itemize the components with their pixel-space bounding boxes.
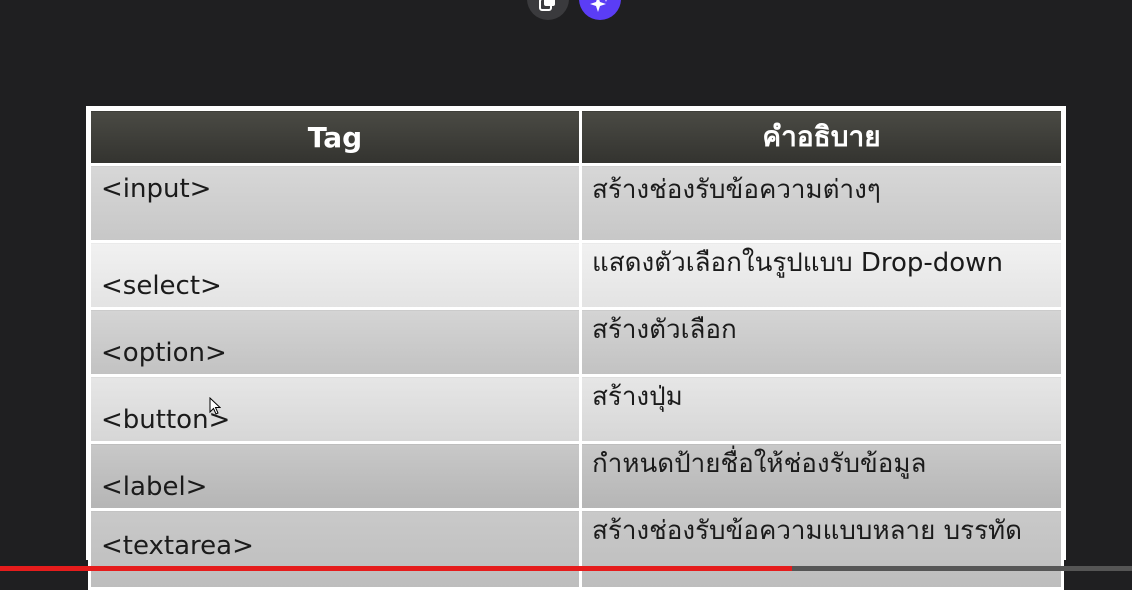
table-row: <label> กำหนดป้ายชื่อให้ช่องรับข้อมูล [88, 441, 1064, 511]
tag-cell: <label> [88, 441, 582, 511]
table-row: <select> แสดงตัวเลือกในรูปแบบ Drop-down [88, 240, 1064, 310]
copy-icon [539, 0, 555, 11]
table-row: <button> สร้างปุ่ม [88, 374, 1064, 444]
tag-cell: <button> [88, 374, 582, 444]
description-cell: สร้างช่องรับข้อความแบบหลาย บรรทัด [579, 508, 1064, 590]
table-row: <input> สร้างช่องรับข้อความต่างๆ [88, 163, 1064, 243]
video-progress-fill [0, 566, 793, 571]
table-row: <textarea> สร้างช่องรับข้อความแบบหลาย บร… [88, 508, 1064, 590]
ai-assist-button[interactable] [579, 0, 621, 20]
description-cell: สร้างปุ่ม [579, 374, 1064, 444]
description-cell: สร้างช่องรับข้อความต่างๆ [579, 163, 1064, 243]
header-tag: Tag [88, 108, 582, 166]
copy-button[interactable] [527, 0, 569, 20]
sparkle-icon [590, 0, 607, 12]
tag-cell: <option> [88, 307, 582, 377]
tag-cell: <textarea> [88, 508, 582, 590]
html-form-tags-table: Tag คำอธิบาย <input> สร้างช่องรับข้อความ… [86, 106, 1066, 590]
description-cell: สร้างตัวเลือก [579, 307, 1064, 377]
header-description: คำอธิบาย [579, 108, 1064, 166]
video-progress-bar[interactable] [0, 566, 1132, 571]
description-cell: กำหนดป้ายชื่อให้ช่องรับข้อมูล [579, 441, 1064, 511]
mouse-cursor-icon [209, 397, 221, 415]
tag-cell: <select> [88, 240, 582, 310]
description-cell: แสดงตัวเลือกในรูปแบบ Drop-down [579, 240, 1064, 310]
tag-cell: <input> [88, 163, 582, 243]
table-row: <option> สร้างตัวเลือก [88, 307, 1064, 377]
